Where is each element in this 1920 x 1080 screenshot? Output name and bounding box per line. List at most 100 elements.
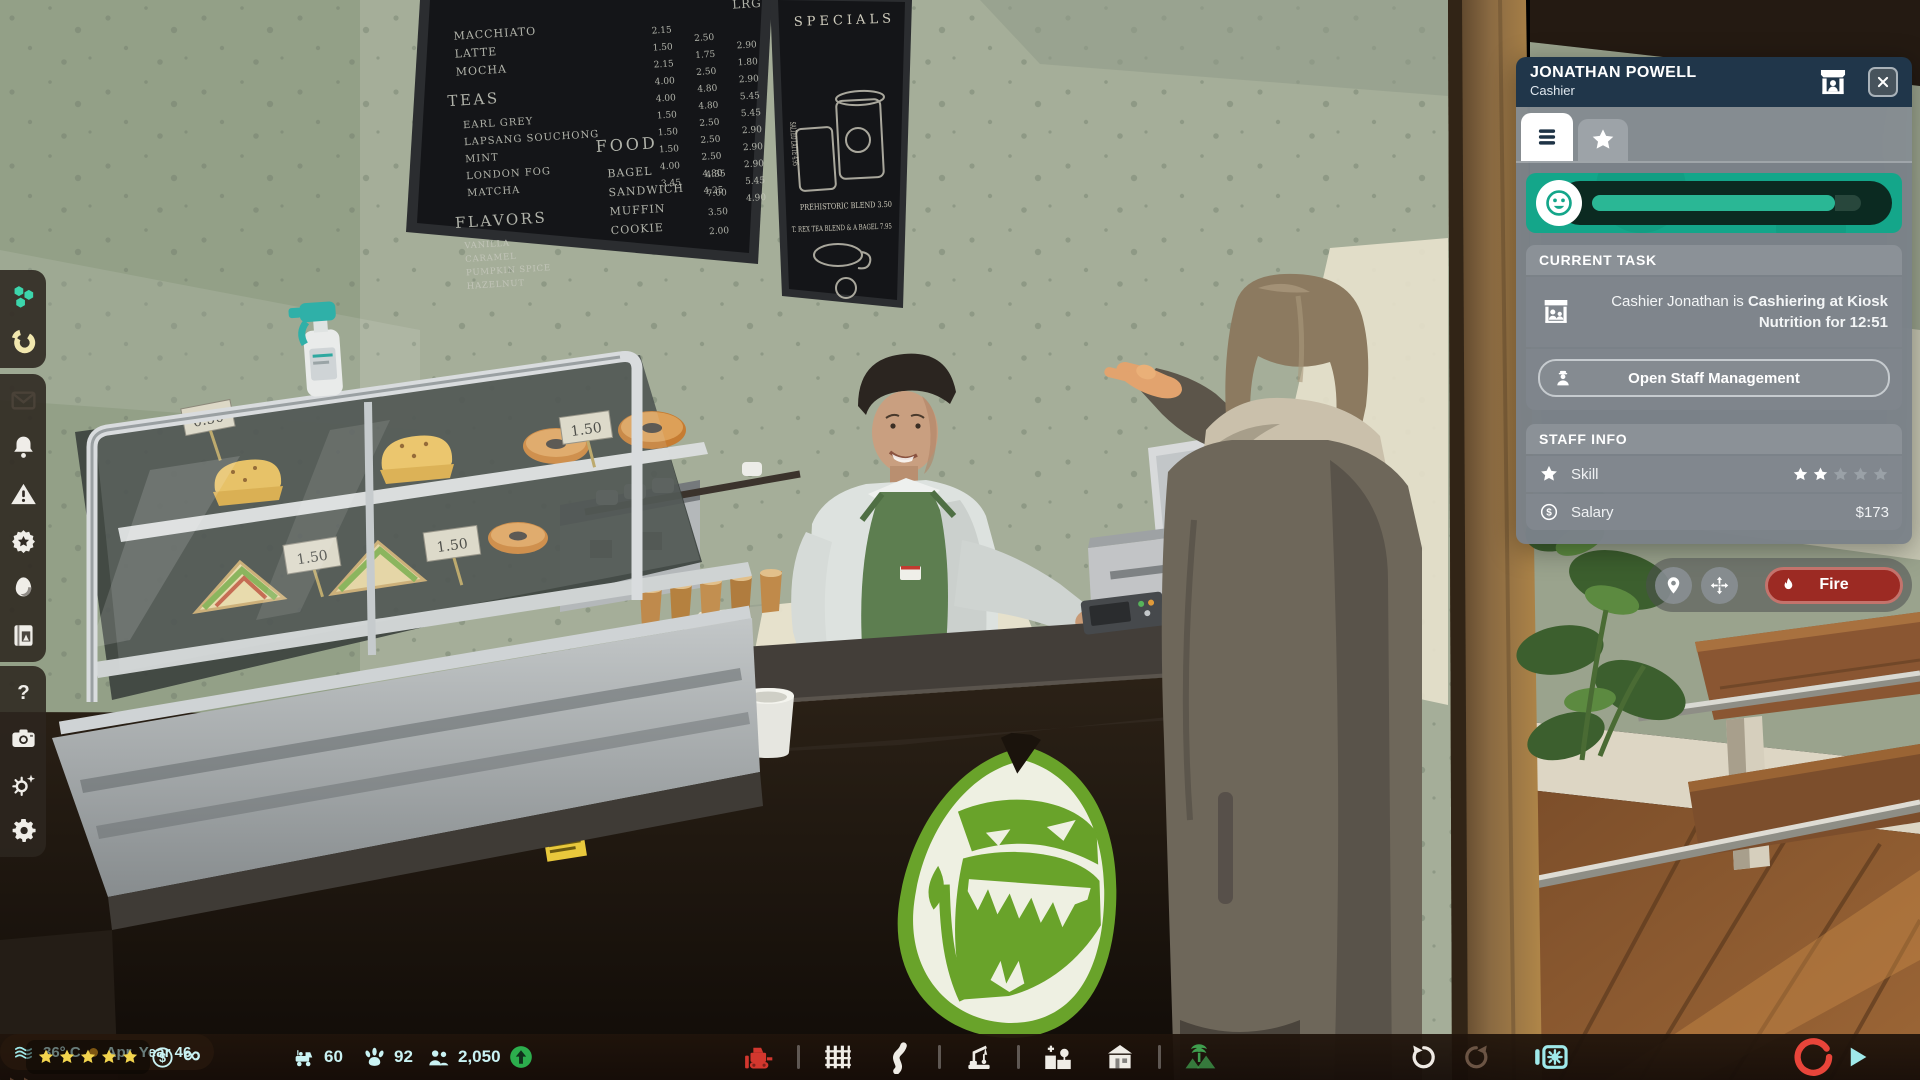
skill-row: Skill xyxy=(1526,456,1902,492)
badge-icon[interactable] xyxy=(9,527,38,556)
menu-text: 4.80 xyxy=(698,101,719,112)
mood-track xyxy=(1558,181,1892,225)
journal-icon[interactable] xyxy=(9,621,38,650)
menu-text: 4.00 xyxy=(656,93,677,104)
sidebar-group-notifications xyxy=(0,374,46,662)
fire-button[interactable]: Fire xyxy=(1765,567,1903,604)
buggy-count[interactable]: 60 xyxy=(292,1034,343,1080)
money-value: ∞ xyxy=(183,1041,202,1070)
play-button[interactable] xyxy=(1842,1042,1872,1072)
move-button[interactable] xyxy=(1701,567,1738,604)
menu-text: 2.50 xyxy=(700,135,721,146)
menu-text: TEAS xyxy=(447,89,500,110)
display-settings-button[interactable] xyxy=(1532,1038,1570,1076)
staff-info-section: STAFF INFO Skill $ Salary $173 xyxy=(1526,424,1902,530)
menu-text: 2.15 xyxy=(653,59,674,70)
skill-rating xyxy=(1792,466,1889,483)
staff-management-row: Open Staff Management xyxy=(1526,349,1902,410)
egg-icon[interactable] xyxy=(9,574,38,603)
menu-text: 2.90 xyxy=(744,159,765,170)
donut-chart-icon[interactable] xyxy=(9,327,38,356)
menu-text: 1.50 xyxy=(658,127,679,138)
salary-label: Salary xyxy=(1571,504,1614,521)
menu-text: 2.50 xyxy=(701,152,722,163)
dino-claw-icon xyxy=(362,1045,387,1070)
menu-text: 2.50 xyxy=(694,33,715,44)
toolbar-divider xyxy=(1158,1045,1161,1069)
star-icon xyxy=(1792,466,1809,483)
bulldozer-icon[interactable] xyxy=(742,1040,776,1074)
bell-icon[interactable] xyxy=(9,433,38,462)
menu-text: 2.90 xyxy=(743,142,764,153)
menu-text: 2.90 xyxy=(742,125,763,136)
tab-overview[interactable] xyxy=(1521,113,1573,161)
pause-button[interactable] xyxy=(1792,1036,1834,1078)
salary-row: $ Salary $173 xyxy=(1526,494,1902,530)
menu-text: LATTE xyxy=(454,45,497,61)
star-icon xyxy=(1812,466,1829,483)
star-icon xyxy=(1852,466,1869,483)
guest-count[interactable]: 2,050 xyxy=(426,1034,501,1080)
current-task-row: Cashier Jonathan is Cashiering at Kiosk … xyxy=(1526,277,1902,347)
skill-label: Skill xyxy=(1571,466,1599,483)
dino-count[interactable]: 92 xyxy=(362,1034,413,1080)
smiley-icon xyxy=(1536,180,1582,226)
hexagons-icon[interactable] xyxy=(9,282,38,311)
camera-icon[interactable] xyxy=(9,724,38,753)
warning-icon[interactable] xyxy=(9,480,38,509)
toolbar-divider xyxy=(797,1045,800,1069)
star-icon xyxy=(1832,466,1849,483)
menu-text: 2.50 xyxy=(696,67,717,78)
staff-panel-header: JONATHAN POWELL Cashier xyxy=(1516,57,1912,107)
dollar-circle-icon: $ xyxy=(1539,502,1559,522)
staff-panel: JONATHAN POWELL Cashier CURRENT TASK xyxy=(1516,57,1912,544)
park-star-icon xyxy=(37,1048,55,1066)
kiosk-people-icon xyxy=(1540,296,1572,328)
crane-icon[interactable] xyxy=(962,1040,996,1074)
facility-icon[interactable] xyxy=(1041,1040,1075,1074)
build-tools xyxy=(728,1034,1230,1080)
menu-text: 4.35 xyxy=(705,169,726,180)
menu-text: 1.50 xyxy=(659,144,680,155)
menu-text: 4.00 xyxy=(660,161,681,172)
redo-button[interactable] xyxy=(1462,1042,1492,1072)
staff-person-icon xyxy=(1552,367,1574,389)
shop-icon[interactable] xyxy=(1103,1040,1137,1074)
menu-text: 5.45 xyxy=(745,176,766,187)
svg-text:$: $ xyxy=(1546,508,1552,519)
park-star-icon xyxy=(58,1048,76,1066)
menu-text: MINT xyxy=(465,152,499,165)
open-staff-management-button[interactable]: Open Staff Management xyxy=(1538,359,1890,397)
close-icon[interactable] xyxy=(1868,67,1898,97)
mood-bar xyxy=(1526,173,1902,233)
eye-effects-icon[interactable] xyxy=(9,770,38,799)
sidebar-group-system: ? xyxy=(0,666,46,857)
bottom-toolbar: $ ∞ 60 92 2,050 36° C Apr, Year 46 xyxy=(0,1034,1920,1080)
guests-icon xyxy=(426,1045,451,1070)
mail-icon[interactable] xyxy=(9,386,38,415)
tree-scenery-icon[interactable] xyxy=(1182,1040,1216,1074)
menu-text: 2.90 xyxy=(739,74,760,85)
kiosk-icon[interactable] xyxy=(1816,65,1850,99)
mood-recent-change xyxy=(1835,195,1861,211)
help-icon[interactable]: ? xyxy=(9,678,38,707)
money-display[interactable]: $ ∞ xyxy=(150,1034,202,1080)
locate-pin-button[interactable] xyxy=(1655,567,1692,604)
menu-text: 7.00 xyxy=(706,188,727,199)
gear-icon[interactable] xyxy=(9,816,38,845)
menu-text: 4.90 xyxy=(746,193,767,204)
current-task-header: CURRENT TASK xyxy=(1526,245,1902,275)
menu-text: LRG xyxy=(732,0,762,12)
undo-button[interactable] xyxy=(1408,1042,1438,1072)
guest-trend xyxy=(508,1034,534,1080)
current-task-text: Cashier Jonathan is Cashiering at Kiosk … xyxy=(1588,291,1888,333)
sidebar-group-management xyxy=(0,270,46,368)
toolbar-divider xyxy=(1017,1045,1020,1069)
tour-buggy-icon xyxy=(292,1045,317,1070)
svg-text:$: $ xyxy=(159,1050,166,1064)
menu-text: 2.90 xyxy=(736,40,757,51)
tab-favorite[interactable] xyxy=(1578,119,1628,161)
path-icon[interactable] xyxy=(883,1040,917,1074)
park-star-icon xyxy=(121,1048,139,1066)
fence-icon[interactable] xyxy=(821,1040,855,1074)
